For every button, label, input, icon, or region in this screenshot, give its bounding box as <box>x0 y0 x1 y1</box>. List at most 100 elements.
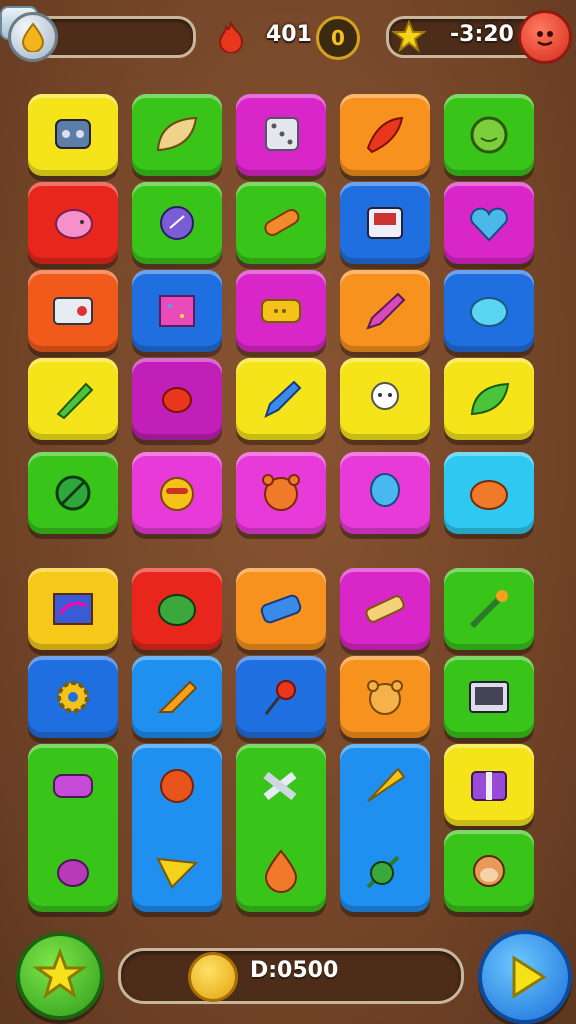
cat-face-icon <box>150 468 204 518</box>
coin-icon <box>188 952 238 1002</box>
chili-icon <box>358 110 412 160</box>
radio-icon <box>358 198 412 248</box>
game-tile[interactable] <box>236 744 326 912</box>
drop-orange-icon <box>254 845 308 895</box>
game-tile[interactable] <box>28 568 118 650</box>
cheese-icon <box>150 845 204 895</box>
top-hud: + 401 0 -3:20 <box>0 6 576 64</box>
game-tile[interactable] <box>444 358 534 440</box>
lettuce-icon <box>150 584 204 634</box>
robot-icon <box>46 110 100 160</box>
game-tile[interactable] <box>444 270 534 352</box>
green-leaf-icon <box>462 374 516 424</box>
score-value: 401 <box>266 22 312 47</box>
lollipop-icon <box>254 672 308 722</box>
gear-icon <box>46 672 100 722</box>
crayon-icon <box>358 286 412 336</box>
pig-icon <box>46 198 100 248</box>
coin-icon: 0 <box>316 16 360 60</box>
play-button[interactable] <box>478 930 572 1024</box>
bear-face-icon <box>254 468 308 518</box>
rocket-icon <box>46 374 100 424</box>
pumpkin-icon <box>462 468 516 518</box>
game-tile[interactable] <box>236 452 326 534</box>
game-tile[interactable] <box>236 270 326 352</box>
bottom-score-value: D:0500 <box>250 958 339 983</box>
star-icon <box>391 19 427 54</box>
game-tile[interactable] <box>236 182 326 264</box>
bandage-icon <box>358 584 412 634</box>
game-tile[interactable] <box>236 656 326 738</box>
balloon-icon <box>358 468 412 518</box>
game-tile[interactable] <box>444 94 534 176</box>
tube-icon <box>254 198 308 248</box>
drop-icon <box>8 12 58 62</box>
game-tile[interactable] <box>444 568 534 650</box>
sword-icon <box>462 584 516 634</box>
eggplant-icon <box>46 845 100 895</box>
game-tile[interactable] <box>132 358 222 440</box>
tv-icon <box>462 672 516 722</box>
game-tile[interactable] <box>444 744 534 826</box>
game-tile[interactable] <box>132 270 222 352</box>
ghost-icon <box>358 374 412 424</box>
monkey-icon <box>462 846 516 896</box>
game-tile[interactable] <box>132 182 222 264</box>
heart-icon <box>462 198 516 248</box>
blob-icon <box>462 286 516 336</box>
red-face-icon[interactable] <box>518 10 572 64</box>
game-tile[interactable] <box>340 358 430 440</box>
game-tile[interactable] <box>132 94 222 176</box>
bone-icon <box>254 761 308 811</box>
game-tile[interactable] <box>444 830 534 912</box>
game-tile[interactable] <box>340 182 430 264</box>
paint-tube-icon <box>150 672 204 722</box>
game-tile[interactable] <box>132 452 222 534</box>
game-tile[interactable] <box>28 452 118 534</box>
mask-icon <box>46 761 100 811</box>
star-button[interactable] <box>16 932 104 1020</box>
plant-icon <box>358 845 412 895</box>
game-tile[interactable] <box>340 270 430 352</box>
star-icon <box>32 947 88 999</box>
game-tile[interactable] <box>340 568 430 650</box>
game-tile[interactable] <box>340 744 430 912</box>
pen-icon <box>254 374 308 424</box>
game-tile[interactable] <box>132 568 222 650</box>
game-tile[interactable] <box>340 656 430 738</box>
battery-icon <box>254 584 308 634</box>
no-sign-icon <box>46 468 100 518</box>
game-tile[interactable] <box>28 744 118 912</box>
gift-box-icon <box>462 760 516 810</box>
switch-icon <box>46 286 100 336</box>
game-tile[interactable] <box>236 358 326 440</box>
game-tile[interactable] <box>236 94 326 176</box>
carpet-icon <box>150 286 204 336</box>
cone-icon <box>358 761 412 811</box>
flame-icon <box>214 20 248 54</box>
game-tile[interactable] <box>340 94 430 176</box>
timer-value: -3:20 <box>450 22 514 47</box>
smile-coin-icon <box>462 110 516 160</box>
game-tile[interactable] <box>28 358 118 440</box>
map-icon <box>46 584 100 634</box>
game-tile[interactable] <box>132 744 222 912</box>
game-tile[interactable] <box>444 656 534 738</box>
teddy-icon <box>358 672 412 722</box>
game-tile[interactable] <box>340 452 430 534</box>
game-tile[interactable] <box>132 656 222 738</box>
game-tile[interactable] <box>236 568 326 650</box>
game-tile[interactable] <box>28 182 118 264</box>
play-icon <box>512 955 547 999</box>
game-tile[interactable] <box>444 452 534 534</box>
game-tile[interactable] <box>444 182 534 264</box>
dice-icon <box>254 110 308 160</box>
leaf-icon <box>150 110 204 160</box>
game-tile[interactable] <box>28 270 118 352</box>
candy-icon <box>150 374 204 424</box>
bag-icon <box>150 198 204 248</box>
game-tile[interactable] <box>28 94 118 176</box>
tag-icon <box>254 286 308 336</box>
ball-icon <box>150 761 204 811</box>
game-tile[interactable] <box>28 656 118 738</box>
